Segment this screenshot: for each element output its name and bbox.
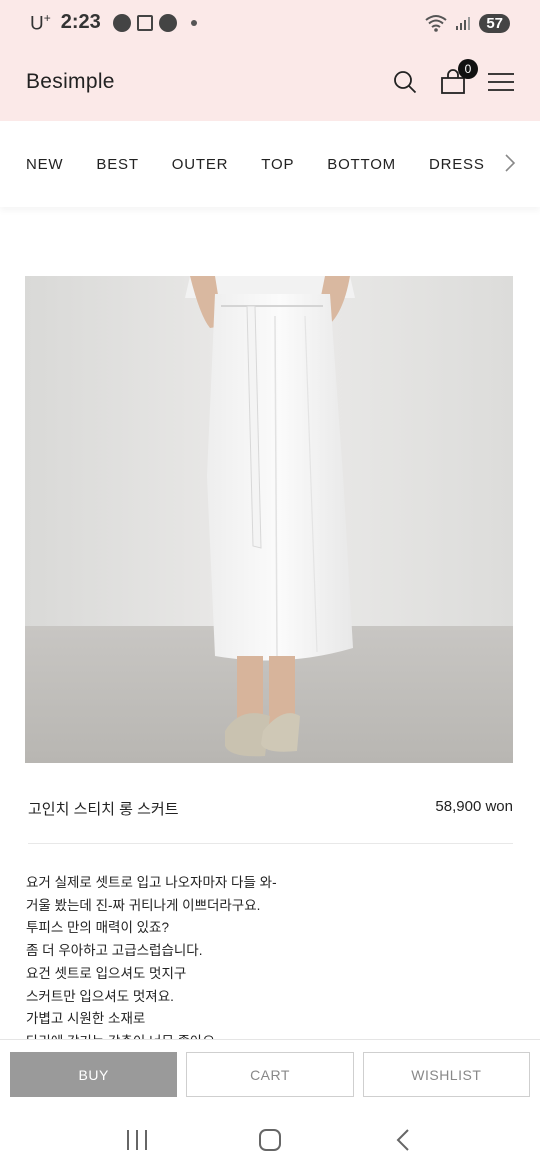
description-line: 요거 실제로 셋트로 입고 나오자마자 다들 와- (26, 875, 277, 890)
chevron-right-icon[interactable] (504, 153, 516, 173)
add-to-cart-button[interactable]: CART (186, 1052, 354, 1097)
site-header: Besimple 0 (0, 42, 540, 121)
description-line: 좀 더 우아하고 고급스럽습니다. (26, 943, 203, 959)
status-bar: U+ 2:23 57 (0, 0, 540, 46)
back-icon (396, 1128, 410, 1151)
category-nav: NEW BEST OUTER TOP BOTTOM DRESS (0, 121, 540, 207)
status-left: U+ 2:23 (30, 11, 197, 35)
back-button[interactable] (383, 1120, 423, 1160)
product-info-row: 고인치 스티치 롱 스커트 58,900 won (28, 798, 513, 844)
category-outer[interactable]: OUTER (172, 156, 229, 173)
description-line: 거울 봤는데 진-짜 귀티나게 이쁘더라구요. (26, 897, 261, 913)
wifi-icon (425, 15, 447, 32)
c-app-icon (158, 13, 177, 32)
category-bottom[interactable]: BOTTOM (327, 156, 396, 173)
carrier-label: U+ (30, 11, 51, 35)
cart-button[interactable]: 0 (440, 58, 478, 95)
calendar-icon (136, 14, 153, 31)
message-icon (112, 13, 131, 32)
product-image[interactable] (25, 276, 513, 763)
clock: 2:23 (60, 11, 101, 34)
battery-indicator: 57 (479, 13, 510, 33)
header-icons: 0 (392, 58, 514, 95)
category-new[interactable]: NEW (26, 156, 63, 173)
search-button[interactable] (392, 69, 418, 95)
hamburger-menu-icon (488, 72, 514, 91)
category-top[interactable]: TOP (261, 156, 294, 173)
status-right: 57 (425, 13, 510, 33)
home-button[interactable] (250, 1120, 290, 1160)
category-dress[interactable]: DRESS (429, 156, 485, 173)
notification-dot-icon (190, 19, 197, 26)
action-bar: BUY CART WISHLIST (0, 1039, 540, 1109)
menu-button[interactable] (488, 69, 514, 95)
site-logo[interactable]: Besimple (26, 70, 115, 94)
wishlist-button[interactable]: WISHLIST (362, 1052, 530, 1097)
recents-icon (126, 1129, 147, 1150)
buy-button[interactable]: BUY (10, 1052, 178, 1097)
recents-button[interactable] (117, 1120, 157, 1160)
category-best[interactable]: BEST (96, 156, 138, 173)
product-description: 요거 실제로 셋트로 입고 나오자마자 다들 와- 거울 봤는데 진-짜 귀티나… (26, 872, 514, 1040)
signal-icon (456, 17, 471, 30)
system-navigation-bar (0, 1109, 540, 1170)
description-line: 가볍고 시원한 소재로 (26, 1011, 146, 1027)
product-name: 고인치 스티치 롱 스커트 (28, 801, 179, 818)
description-line: 스커트만 입으셔도 멋져요. (26, 988, 174, 1004)
product-price: 58,900 won (435, 798, 513, 815)
description-line: 요건 셋트로 입으셔도 멋지구 (26, 965, 187, 981)
description-line: 투피스 만의 매력이 있죠? (26, 920, 169, 936)
carrier-sup: + (43, 10, 51, 25)
carrier-text: U (30, 13, 44, 35)
search-icon (394, 70, 417, 93)
home-icon (258, 1128, 281, 1151)
product-photo-illustration (25, 276, 513, 763)
category-list: NEW BEST OUTER TOP BOTTOM DRESS (26, 156, 486, 173)
cart-count-badge: 0 (458, 58, 478, 79)
